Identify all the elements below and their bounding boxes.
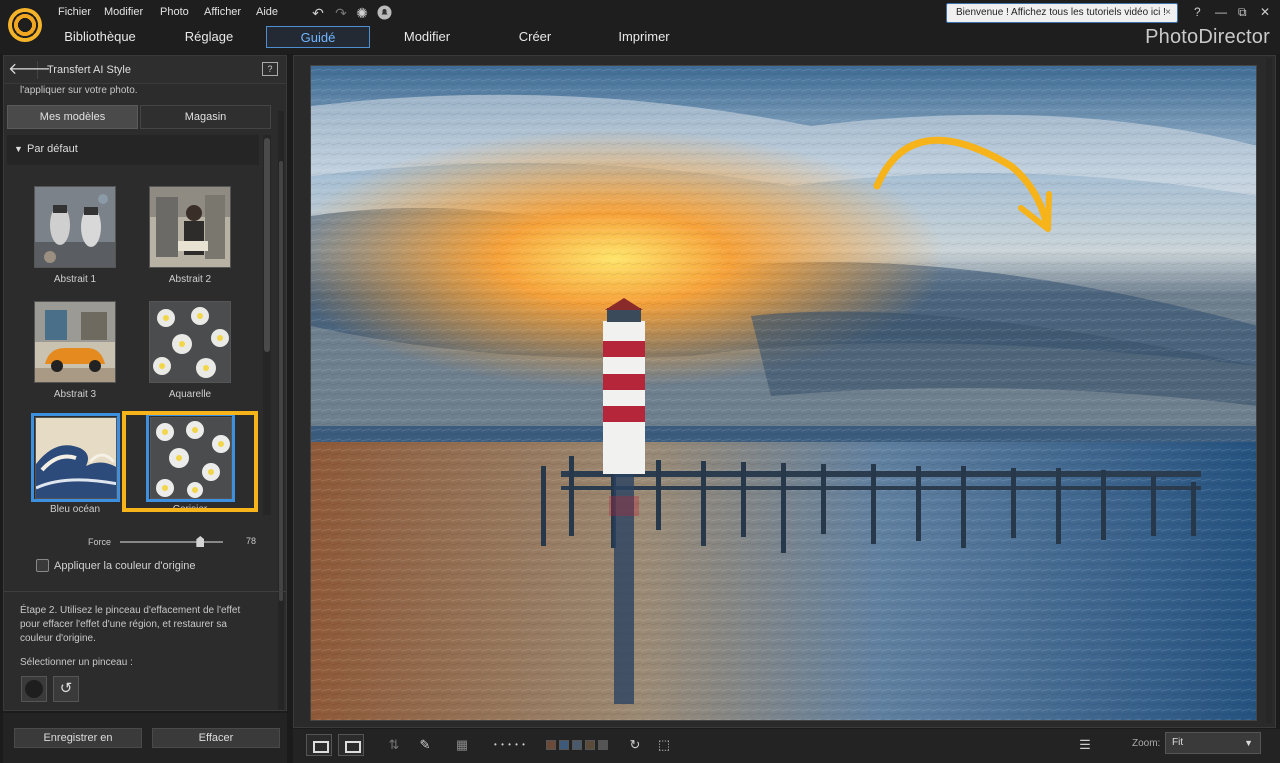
style-thumb-abstrait-3[interactable] [34, 301, 116, 383]
canvas-toolbar: ⇅ ✎ ▦ • • • • • ↻ ⬚ ☰ Zoom: Fit ▼ [293, 729, 1280, 763]
zoom-value: Fit [1172, 737, 1184, 748]
compare-view-button[interactable] [338, 734, 364, 756]
tab-guide[interactable]: Guidé [266, 26, 370, 48]
welcome-banner[interactable]: Bienvenue ! Affichez tous les tutoriels … [946, 3, 1178, 23]
color-label-swatch[interactable] [546, 740, 556, 750]
menu-photo[interactable]: Photo [160, 6, 189, 18]
style-thumb-aquarelle[interactable] [149, 301, 231, 383]
highlight-frame [122, 411, 258, 512]
single-view-button[interactable] [306, 734, 332, 756]
color-label-swatch[interactable] [598, 740, 608, 750]
menu-modifier[interactable]: Modifier [104, 6, 143, 18]
force-value: 78 [246, 536, 257, 546]
rotate-icon[interactable]: ↻ [624, 734, 646, 756]
chevron-down-icon: ▼ [1244, 738, 1253, 748]
grid-icon[interactable]: ▦ [451, 734, 473, 756]
list-menu-icon[interactable]: ☰ [1073, 734, 1097, 756]
style-label: Abstrait 3 [53, 389, 97, 400]
tab-magasin[interactable]: Magasin [140, 105, 271, 129]
style-panel: 🡐 Transfert AI Style ? l'appliquer sur v… [3, 55, 287, 711]
welcome-text: Bienvenue ! Affichez tous les tutoriels … [956, 7, 1166, 18]
menu-bar: Fichier Modifier Photo Afficher Aide ↶ ↷… [0, 0, 1280, 42]
rating-dots[interactable]: • • • • • [485, 734, 535, 756]
restore-brush-icon[interactable]: ↺ [53, 676, 79, 702]
close-icon[interactable]: × [1165, 4, 1171, 22]
group-label: Par défaut [27, 143, 78, 155]
panel-header: 🡐 Transfert AI Style ? [4, 56, 286, 84]
style-list-scroll-thumb[interactable] [264, 138, 270, 352]
panel-scroll-thumb[interactable] [279, 161, 283, 601]
apply-original-color-checkbox[interactable] [36, 559, 49, 572]
brush-edit-icon[interactable]: ✎ [414, 734, 436, 756]
undo-icon[interactable]: ↶ [310, 5, 326, 21]
force-slider-handle[interactable] [196, 536, 205, 547]
eraser-brush-icon[interactable] [21, 676, 47, 702]
style-thumb-abstrait-2[interactable] [149, 186, 231, 268]
tab-imprimer[interactable]: Imprimer [598, 26, 690, 48]
zoom-label: Zoom: [1132, 738, 1161, 749]
color-label-swatch[interactable] [559, 740, 569, 750]
style-thumb-bleu-ocean[interactable] [35, 417, 117, 499]
tab-modifier[interactable]: Modifier [380, 26, 474, 48]
window-close-icon[interactable]: ✕ [1260, 5, 1270, 19]
panel-intro-text: l'appliquer sur votre photo. [20, 85, 138, 96]
menu-aide[interactable]: Aide [256, 6, 278, 18]
tab-mes-modeles[interactable]: Mes modèles [7, 105, 138, 129]
apply-original-color-label: Appliquer la couleur d'origine [54, 560, 196, 572]
back-arrow-icon[interactable]: 🡐 [8, 61, 51, 79]
force-slider[interactable] [120, 541, 223, 543]
style-label: Abstrait 1 [53, 274, 97, 285]
maximize-icon[interactable]: ⧉ [1238, 5, 1247, 20]
flag-icon[interactable]: ⇅ [383, 734, 405, 756]
style-label: Bleu océan [49, 504, 101, 515]
help-icon[interactable]: ? [262, 62, 278, 76]
menu-afficher[interactable]: Afficher [204, 6, 241, 18]
save-as-button[interactable]: Enregistrer en [14, 728, 142, 748]
style-thumb-abstrait-1[interactable] [34, 186, 116, 268]
clear-button[interactable]: Effacer [152, 728, 280, 748]
notification-icon[interactable] [376, 5, 392, 21]
group-header-par-defaut[interactable]: ▼ Par défaut [7, 135, 259, 165]
color-label-swatch[interactable] [585, 740, 595, 750]
color-label-swatch[interactable] [572, 740, 582, 750]
brand-title: PhotoDirector [1145, 26, 1270, 48]
tab-creer[interactable]: Créer [490, 26, 580, 48]
panel-title: Transfert AI Style [47, 64, 131, 76]
minimize-icon[interactable]: — [1215, 5, 1227, 19]
step2-instructions: Étape 2. Utilisez le pinceau d'effacemen… [20, 605, 241, 644]
settings-icon[interactable]: ✺ [354, 5, 370, 21]
app-logo[interactable] [8, 8, 42, 42]
redo-icon[interactable]: ↷ [333, 5, 349, 21]
force-label: Force [88, 537, 112, 547]
zoom-select[interactable]: Fit ▼ [1165, 732, 1261, 754]
style-label: Abstrait 2 [168, 274, 212, 285]
style-label: Aquarelle [168, 389, 212, 400]
brush-label: Sélectionner un pinceau : [20, 657, 133, 668]
triangle-down-icon: ▼ [14, 144, 23, 154]
tab-reglage[interactable]: Réglage [162, 26, 256, 48]
tab-bibliotheque[interactable]: Bibliothèque [52, 26, 148, 48]
panel-actions: Enregistrer en Effacer [3, 713, 287, 763]
lighthouse-photo [311, 66, 1256, 720]
menu-fichier[interactable]: Fichier [58, 6, 91, 18]
canvas-scrollbar[interactable] [1266, 58, 1272, 723]
crop-icon[interactable]: ⬚ [653, 734, 675, 756]
module-tabs: Bibliothèque Réglage Guidé Modifier Crée… [0, 26, 1280, 54]
help-icon[interactable]: ? [1194, 5, 1201, 19]
divider [4, 591, 286, 592]
photo-preview[interactable] [310, 65, 1257, 721]
